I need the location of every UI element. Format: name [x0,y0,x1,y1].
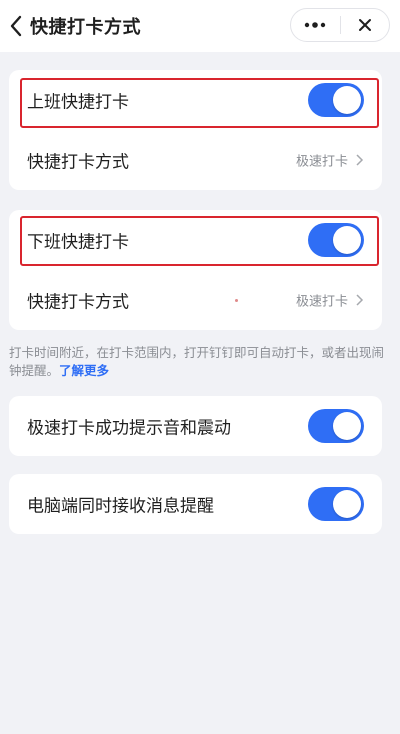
desktop-reminder-row: 电脑端同时接收消息提醒 [9,474,382,534]
back-button[interactable] [4,12,28,40]
more-dots-icon [305,22,326,28]
toggle-knob [333,226,361,254]
learn-more-link[interactable]: 了解更多 [59,363,109,378]
sound-vibration-toggle[interactable] [308,409,364,443]
mini-program-capsule [290,8,390,42]
auto-clock-note: 打卡时间附近，在打卡范围内，打开钉钉即可自动打卡，或者出现闹钟提醒。了解更多 [9,344,384,380]
desktop-reminder-card: 电脑端同时接收消息提醒 [9,474,382,534]
clock-out-method-label: 快捷打卡方式 [27,292,129,313]
close-icon [358,19,371,31]
desktop-reminder-label: 电脑端同时接收消息提醒 [27,496,214,517]
clock-out-quick-row: 下班快捷打卡 [9,210,382,270]
clock-out-quick-label: 下班快捷打卡 [27,232,129,253]
toggle-knob [333,86,361,114]
clock-in-method-value: 极速打卡 [295,154,348,170]
clock-in-card: 上班快捷打卡 快捷打卡方式 极速打卡 [9,70,382,190]
close-button[interactable] [341,9,390,41]
clock-out-card: 下班快捷打卡 快捷打卡方式 极速打卡 [9,210,382,330]
toggle-knob [333,490,361,518]
chevron-right-icon [356,294,364,306]
top-bar: 快捷打卡方式 [0,0,400,52]
clock-out-method-row[interactable]: 快捷打卡方式 极速打卡 [9,270,382,330]
more-button[interactable] [291,9,340,41]
clock-in-quick-label: 上班快捷打卡 [27,92,129,113]
clock-in-quick-row: 上班快捷打卡 [9,70,382,130]
page-title: 快捷打卡方式 [30,17,141,38]
clock-in-method-row[interactable]: 快捷打卡方式 极速打卡 [9,130,382,190]
desktop-reminder-toggle[interactable] [308,487,364,521]
sound-vibration-row: 极速打卡成功提示音和震动 [9,396,382,456]
stray-dot [235,299,238,302]
clock-out-method-value: 极速打卡 [295,294,348,310]
chevron-left-icon [10,15,22,37]
clock-in-quick-toggle[interactable] [308,83,364,117]
clock-out-quick-toggle[interactable] [308,223,364,257]
sound-vibration-card: 极速打卡成功提示音和震动 [9,396,382,456]
sound-vibration-label: 极速打卡成功提示音和震动 [27,418,231,439]
chevron-right-icon [356,154,364,166]
clock-in-method-label: 快捷打卡方式 [27,152,129,173]
toggle-knob [333,412,361,440]
